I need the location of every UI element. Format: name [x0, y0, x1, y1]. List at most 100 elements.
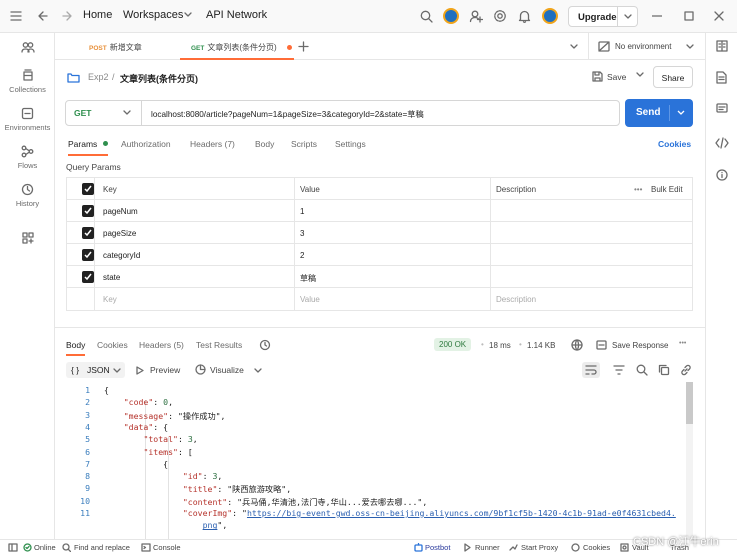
scrollbar-thumb[interactable]: [686, 382, 693, 424]
search-icon[interactable]: [636, 364, 648, 376]
hamburger-menu-icon[interactable]: [10, 11, 22, 21]
param-value[interactable]: 草稿: [300, 273, 316, 284]
sidebar-item-configure[interactable]: [0, 232, 55, 247]
sidebar-toggle-icon[interactable]: [8, 543, 18, 552]
settings-gear-icon[interactable]: [493, 9, 507, 23]
chevron-down-icon[interactable]: [184, 12, 192, 18]
save-response-icon[interactable]: [596, 340, 607, 350]
method-select[interactable]: GET: [66, 101, 142, 125]
search-icon[interactable]: [420, 10, 433, 23]
share-button[interactable]: Share: [653, 66, 693, 88]
tab-response-headers[interactable]: Headers (5): [139, 340, 184, 350]
back-arrow-icon[interactable]: [37, 10, 49, 22]
url-input[interactable]: localhost:8080/article?pageNum=1&pageSiz…: [151, 108, 424, 120]
tab-params[interactable]: Params: [68, 139, 108, 156]
code-icon[interactable]: [715, 137, 729, 149]
upgrade-button[interactable]: Upgrade: [568, 6, 638, 27]
find-replace-button[interactable]: Find and replace: [74, 543, 130, 552]
forward-arrow-icon[interactable]: [61, 10, 73, 22]
line-number: 5: [85, 434, 90, 445]
new-value-input[interactable]: Value: [300, 295, 320, 304]
preview-button[interactable]: Preview: [150, 365, 180, 375]
preview-icon[interactable]: [134, 365, 145, 376]
maximize-icon[interactable]: [684, 11, 694, 21]
console-button[interactable]: Console: [153, 543, 181, 552]
param-value[interactable]: 3: [300, 229, 304, 238]
environment-selector[interactable]: No environment: [598, 40, 698, 54]
globe-icon[interactable]: [571, 339, 583, 351]
account-avatar[interactable]: [542, 8, 558, 24]
sidebar-item-team[interactable]: [0, 41, 55, 56]
environment-quick-look-icon[interactable]: [716, 40, 728, 52]
save-button[interactable]: Save: [592, 71, 632, 85]
cookies-button[interactable]: Cookies: [583, 543, 610, 552]
nav-api-network[interactable]: API Network: [206, 9, 267, 21]
tabs-dropdown-chevron-icon[interactable]: [570, 44, 578, 50]
history-icon[interactable]: [259, 339, 271, 351]
online-status[interactable]: Online: [34, 543, 56, 552]
minimize-icon[interactable]: [652, 15, 662, 17]
close-icon[interactable]: [714, 11, 724, 21]
chevron-down-icon[interactable]: [624, 14, 632, 20]
tab-get-request[interactable]: GET 文章列表(条件分页): [180, 33, 294, 60]
format-select[interactable]: { } JSON: [66, 362, 125, 378]
info-icon[interactable]: [716, 169, 728, 181]
sidebar-item-collections[interactable]: Collections: [0, 69, 55, 94]
tab-response-body[interactable]: Body: [66, 340, 86, 356]
select-all-checkbox[interactable]: [82, 183, 94, 195]
page-title[interactable]: 文章列表(条件分页): [120, 72, 198, 85]
nav-workspaces[interactable]: Workspaces: [123, 9, 183, 21]
row-checkbox[interactable]: [82, 227, 94, 239]
row-checkbox[interactable]: [82, 271, 94, 283]
tab-test-results[interactable]: Test Results: [196, 340, 242, 350]
new-tab-plus-icon[interactable]: [298, 41, 309, 52]
start-proxy-button[interactable]: Start Proxy: [521, 543, 558, 552]
tab-body[interactable]: Body: [255, 139, 274, 149]
param-key[interactable]: pageNum: [103, 207, 138, 216]
notification-bell-icon[interactable]: [518, 9, 531, 23]
more-options-icon[interactable]: •••: [679, 340, 686, 347]
param-value[interactable]: 1: [300, 207, 304, 216]
link-icon[interactable]: [680, 364, 692, 376]
tab-response-cookies[interactable]: Cookies: [97, 340, 128, 350]
sidebar-item-flows[interactable]: Flows: [0, 145, 55, 170]
sidebar-item-environments[interactable]: Environments: [0, 107, 55, 132]
more-options-icon[interactable]: •••: [634, 185, 642, 194]
documentation-icon[interactable]: [716, 71, 727, 84]
chevron-down-icon[interactable]: [677, 110, 685, 116]
param-key[interactable]: state: [103, 273, 120, 282]
tab-settings[interactable]: Settings: [335, 139, 366, 149]
new-key-input[interactable]: Key: [103, 295, 117, 304]
row-checkbox[interactable]: [82, 205, 94, 217]
new-description-input[interactable]: Description: [496, 295, 536, 304]
filter-icon[interactable]: [613, 365, 625, 375]
postbot-button[interactable]: Postbot: [425, 543, 450, 552]
param-value[interactable]: 2: [300, 251, 304, 260]
save-chevron-icon[interactable]: [636, 72, 644, 78]
response-body-code[interactable]: 1 {2 "code": 0, 3 "message": "操作成功", 4 "dat…: [66, 382, 693, 539]
scrollbar-track[interactable]: [686, 382, 693, 539]
visualize-icon[interactable]: [195, 364, 206, 375]
send-button[interactable]: Send: [625, 99, 693, 127]
visualize-chevron-icon[interactable]: [254, 368, 262, 374]
tab-authorization[interactable]: Authorization: [121, 139, 171, 149]
runner-button[interactable]: Runner: [475, 543, 500, 552]
save-response-button[interactable]: Save Response: [612, 341, 668, 350]
tab-headers[interactable]: Headers (7): [190, 139, 235, 149]
tab-scripts[interactable]: Scripts: [291, 139, 317, 149]
copy-icon[interactable]: [658, 364, 670, 376]
tab-post-request[interactable]: POST 新增文章: [89, 33, 142, 60]
sidebar-item-history[interactable]: History: [0, 183, 55, 208]
param-key[interactable]: categoryId: [103, 251, 140, 260]
invite-user-icon[interactable]: [469, 9, 483, 23]
row-checkbox[interactable]: [82, 249, 94, 261]
comments-icon[interactable]: [716, 103, 728, 115]
wrap-lines-button[interactable]: [582, 362, 600, 378]
avatar[interactable]: [443, 8, 459, 24]
bulk-edit-button[interactable]: Bulk Edit: [651, 185, 683, 194]
visualize-button[interactable]: Visualize: [210, 365, 244, 375]
nav-home[interactable]: Home: [83, 9, 112, 21]
param-key[interactable]: pageSize: [103, 229, 136, 238]
cookies-link[interactable]: Cookies: [658, 139, 691, 149]
breadcrumb-collection[interactable]: Exp2: [88, 72, 109, 82]
